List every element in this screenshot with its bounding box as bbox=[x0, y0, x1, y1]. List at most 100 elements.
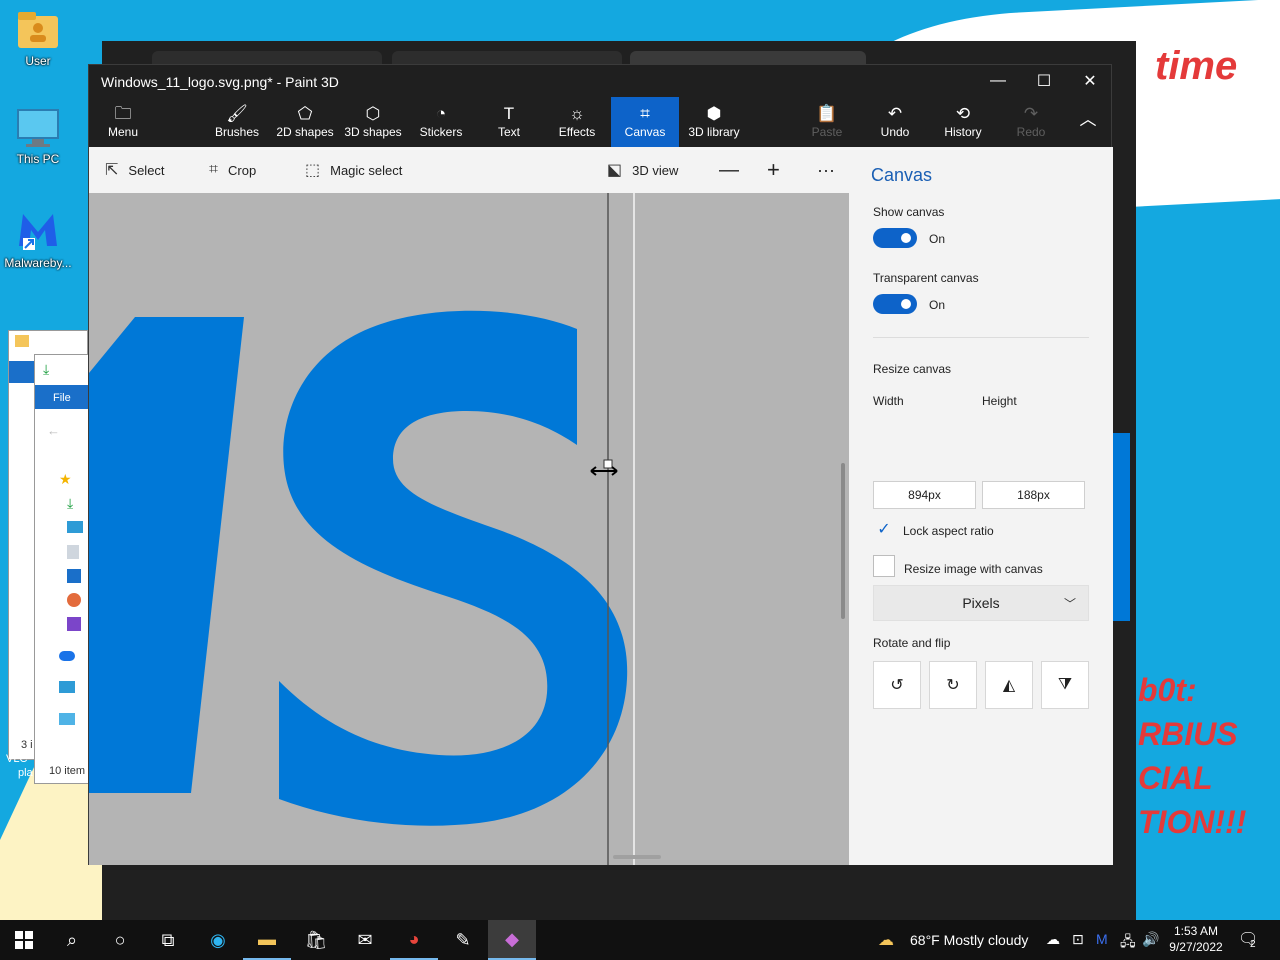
camera-icon[interactable]: ⊡ bbox=[1072, 931, 1084, 948]
malwarebytes-icon bbox=[19, 214, 57, 250]
show-canvas-label: Show canvas bbox=[873, 205, 945, 219]
network-icon[interactable]: 🖧 bbox=[1120, 931, 1136, 955]
chrome-icon: ◕ bbox=[408, 928, 420, 949]
rotate-right-button[interactable]: ↻ bbox=[929, 661, 977, 709]
cursor-icon: ⇱ bbox=[105, 162, 119, 179]
minimize-button[interactable]: — bbox=[975, 65, 1021, 97]
ribbon-canvas[interactable]: ⌗ Canvas bbox=[611, 97, 679, 147]
desktop-icon-label: This PC bbox=[16, 152, 60, 166]
clock[interactable]: 1:53 AM 9/27/2022 bbox=[1164, 923, 1228, 955]
zoom-out-button[interactable]: — bbox=[719, 147, 739, 193]
taskbar-edge[interactable]: ◉ bbox=[194, 920, 242, 960]
network-icon bbox=[59, 713, 75, 725]
more-options-button[interactable]: ··· bbox=[817, 147, 835, 193]
taskbar-paint3d[interactable]: ◆ bbox=[488, 920, 536, 960]
music-icon bbox=[67, 593, 81, 607]
star-icon: ★ bbox=[59, 471, 72, 487]
download-icon: ⤓ bbox=[67, 495, 74, 511]
monitor-icon bbox=[17, 109, 59, 147]
paint3d-window[interactable]: Windows_11_logo.svg.png* - Paint 3D — ☐ … bbox=[88, 64, 1113, 865]
taskbar-mail[interactable]: ✉ bbox=[341, 920, 389, 960]
vertical-scrollbar[interactable] bbox=[841, 463, 845, 619]
weather-text[interactable]: 68°F Mostly cloudy bbox=[910, 932, 1028, 948]
ribbon-stickers[interactable]: ◔ Stickers bbox=[407, 97, 475, 147]
resize-canvas-label: Resize canvas bbox=[873, 362, 952, 376]
units-dropdown[interactable]: Pixels ﹀ bbox=[873, 585, 1089, 621]
taskbar-store[interactable]: 🛍 bbox=[292, 920, 340, 960]
wallpaper-cloud-text: time bbox=[1155, 44, 1238, 88]
ribbon-3d-library[interactable]: ⬢ 3D library bbox=[679, 97, 749, 147]
ribbon-history[interactable]: ⟲ History bbox=[929, 97, 997, 147]
videos-icon bbox=[67, 617, 81, 631]
flip-horizontal-button[interactable]: ◭ bbox=[985, 661, 1033, 709]
ribbon-redo[interactable]: ↷ Redo bbox=[997, 97, 1065, 147]
logo-letter-w-fragment bbox=[89, 317, 244, 793]
title-bar[interactable]: Windows_11_logo.svg.png* - Paint 3D — ☐ … bbox=[89, 65, 1111, 97]
lock-aspect-checkbox[interactable]: ✓ bbox=[873, 519, 895, 541]
ribbon-brushes[interactable]: 🖌 Brushes bbox=[203, 97, 271, 147]
mail-icon: ✉ bbox=[357, 929, 373, 950]
ribbon-paste[interactable]: 📋 Paste bbox=[793, 97, 861, 147]
explorer-status: 3 i bbox=[21, 739, 33, 751]
taskbar-chrome[interactable]: ◕ bbox=[390, 920, 438, 960]
folder-icon bbox=[15, 335, 29, 347]
minus-icon: — bbox=[719, 158, 739, 181]
ribbon-menu[interactable]: 🗀 Menu bbox=[89, 97, 157, 147]
width-input[interactable]: 894px bbox=[873, 481, 976, 509]
crop-tool[interactable]: ⌗ Crop bbox=[209, 147, 256, 193]
3d-view-toggle[interactable]: ⬕ 3D view bbox=[607, 147, 678, 193]
malwarebytes-tray-icon[interactable]: M bbox=[1096, 931, 1108, 947]
desktop-icon-malwarebytes[interactable]: Malwareby... bbox=[0, 206, 76, 270]
cortana-button[interactable]: ○ bbox=[96, 920, 144, 960]
zoom-in-button[interactable]: + bbox=[767, 147, 780, 193]
horizontal-scrollbar[interactable] bbox=[613, 855, 661, 859]
transparent-canvas-toggle[interactable] bbox=[873, 294, 917, 314]
network-off-icon[interactable]: ☁ bbox=[1046, 931, 1060, 948]
desktop-icon-this-pc[interactable]: This PC bbox=[0, 108, 76, 166]
collapse-ribbon-button[interactable]: ︿ bbox=[1065, 97, 1111, 147]
flip-vertical-button[interactable]: ⧩ bbox=[1041, 661, 1089, 709]
desktop-icon-vlc[interactable]: VLC pla bbox=[6, 752, 33, 780]
ribbon-3d-shapes[interactable]: ⬡ 3D shapes bbox=[339, 97, 407, 147]
start-button[interactable] bbox=[0, 920, 48, 960]
maximize-button[interactable]: ☐ bbox=[1021, 65, 1067, 97]
notifications-button[interactable]: 🗨 2 bbox=[1238, 929, 1258, 950]
magic-select-label: Magic select bbox=[330, 162, 403, 178]
explorer-window-front[interactable]: ⤓ File ← ★ ⤓ 10 item bbox=[34, 354, 95, 784]
select-tool[interactable]: ⇱ Select bbox=[105, 147, 165, 193]
close-button[interactable]: ✕ bbox=[1067, 65, 1113, 97]
logo-letter-s bbox=[279, 310, 628, 826]
panel-divider bbox=[873, 337, 1089, 338]
rotate-flip-label: Rotate and flip bbox=[873, 636, 951, 650]
weather-icon[interactable]: ☁ bbox=[878, 930, 894, 950]
canvas-resize-handle[interactable] bbox=[603, 459, 613, 469]
desktop-icon-user[interactable]: User bbox=[0, 10, 76, 68]
ellipsis-icon: ··· bbox=[817, 159, 835, 180]
show-canvas-toggle[interactable] bbox=[873, 228, 917, 248]
taskbar-app[interactable]: ✎ bbox=[439, 920, 487, 960]
wallpaper-red-text-3: CIAL bbox=[1138, 760, 1213, 796]
magic-select-tool[interactable]: ⬚ Magic select bbox=[305, 147, 402, 193]
explorer-item-count: 10 item bbox=[49, 765, 86, 777]
height-input[interactable]: 188px bbox=[982, 481, 1085, 509]
ribbon-undo[interactable]: ↶ Undo bbox=[861, 97, 929, 147]
ribbon-text[interactable]: T Text bbox=[475, 97, 543, 147]
ribbon-effects[interactable]: ☼ Effects bbox=[543, 97, 611, 147]
wallpaper-red-text-4: TION!!! bbox=[1138, 804, 1247, 840]
volume-icon[interactable]: 🔊 bbox=[1142, 931, 1159, 948]
panel-heading: Canvas bbox=[871, 165, 933, 185]
search-icon: ⌕ bbox=[66, 929, 78, 950]
ribbon-2d-shapes[interactable]: ⬠ 2D shapes bbox=[271, 97, 339, 147]
file-tab[interactable]: File bbox=[35, 385, 95, 409]
task-view-button[interactable]: ⧉ bbox=[144, 920, 192, 960]
search-button[interactable]: ⌕ bbox=[48, 920, 96, 960]
back-arrow-icon[interactable]: ← bbox=[47, 423, 60, 438]
ribbon-label: 3D shapes bbox=[344, 125, 402, 139]
taskbar-file-explorer[interactable]: ▬ bbox=[243, 920, 291, 960]
rotate-left-button[interactable]: ↺ bbox=[873, 661, 921, 709]
resize-image-checkbox[interactable] bbox=[873, 555, 895, 577]
canvas-image[interactable] bbox=[89, 193, 849, 865]
notification-count: 2 bbox=[1250, 939, 1256, 950]
ribbon-label: Menu bbox=[107, 125, 139, 139]
canvas-area[interactable] bbox=[89, 193, 849, 865]
